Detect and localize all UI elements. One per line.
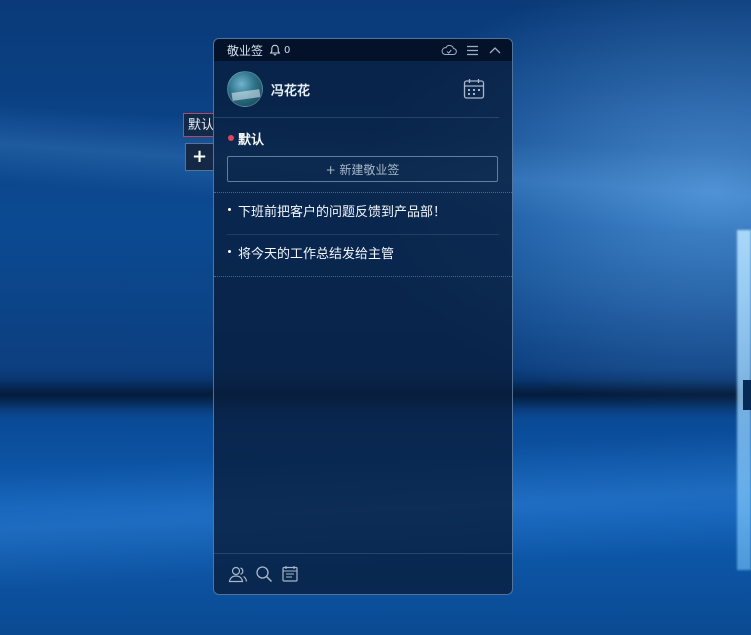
contacts-icon[interactable] bbox=[227, 563, 249, 585]
menu-icon[interactable] bbox=[463, 41, 481, 59]
note-item[interactable]: 下班前把客户的问题反馈到产品部！ bbox=[214, 193, 512, 234]
notes-icon[interactable] bbox=[279, 563, 301, 585]
side-category-tab[interactable]: 默认 bbox=[183, 113, 213, 137]
note-bullet bbox=[228, 208, 231, 211]
note-bullet bbox=[228, 250, 231, 253]
side-add-category-button[interactable]: + bbox=[185, 143, 213, 171]
note-text: 将今天的工作总结发给主管 bbox=[238, 247, 395, 262]
note-list: 下班前把客户的问题反馈到产品部！ 将今天的工作总结发给主管 bbox=[214, 192, 512, 277]
new-note-button[interactable]: + 新建敬业签 bbox=[227, 156, 498, 182]
sticky-note-widget: 敬业签 0 冯花花 默认 + 新建敬业签 下班前把客户的问题反馈到产品部！ 将今… bbox=[213, 38, 513, 595]
wallpaper-window-divider bbox=[743, 380, 751, 410]
collapse-icon[interactable] bbox=[486, 41, 504, 59]
note-item[interactable]: 将今天的工作总结发给主管 bbox=[227, 234, 499, 276]
bell-icon[interactable] bbox=[269, 44, 281, 56]
note-text: 下班前把客户的问题反馈到产品部！ bbox=[238, 205, 447, 220]
app-title: 敬业签 bbox=[227, 43, 264, 58]
category-name: 默认 bbox=[238, 132, 265, 148]
category-color-dot bbox=[228, 135, 234, 141]
notification-count: 0 bbox=[284, 44, 291, 56]
widget-footer-toolbar bbox=[214, 553, 512, 594]
user-profile-bar: 冯花花 bbox=[214, 61, 499, 118]
cloud-sync-icon[interactable] bbox=[440, 41, 458, 59]
desktop-background: 默认 + 敬业签 0 冯花花 默认 + 新建敬业签 下班前把客户的问题反馈到产品… bbox=[0, 0, 751, 635]
category-header[interactable]: 默认 bbox=[214, 118, 512, 148]
user-name: 冯花花 bbox=[271, 83, 311, 99]
search-icon[interactable] bbox=[253, 563, 275, 585]
widget-titlebar[interactable]: 敬业签 0 bbox=[214, 39, 512, 61]
calendar-icon[interactable] bbox=[462, 77, 486, 101]
avatar[interactable] bbox=[227, 71, 263, 107]
